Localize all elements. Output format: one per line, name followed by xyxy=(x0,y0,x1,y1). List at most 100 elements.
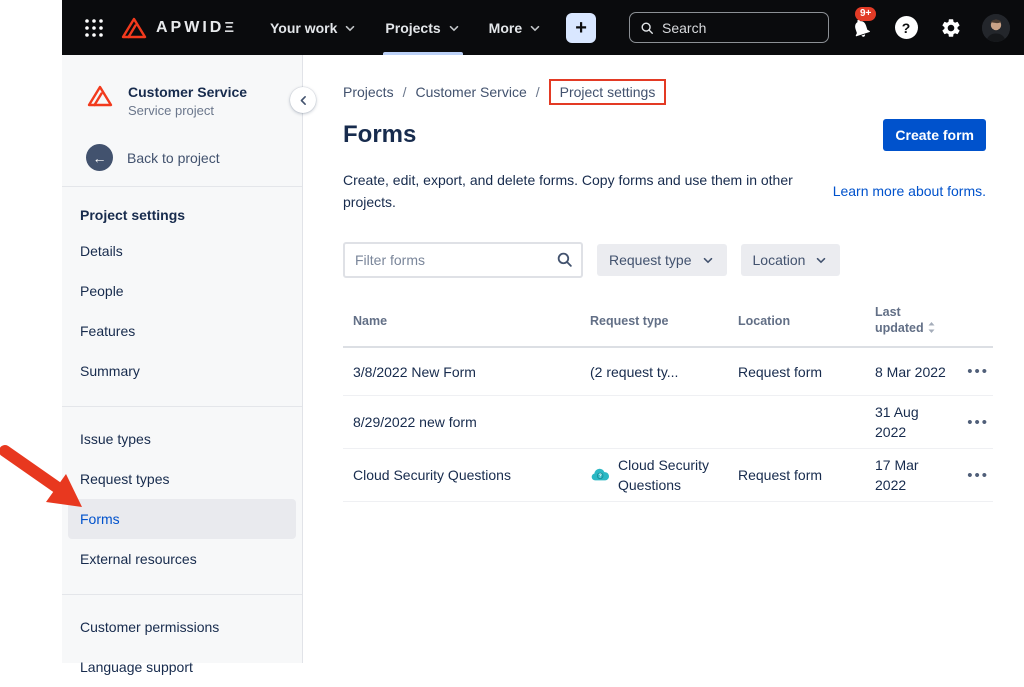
project-logo-icon xyxy=(86,83,114,109)
form-last-updated: 8 Mar 2022 xyxy=(865,356,954,388)
help-button[interactable]: ? xyxy=(892,14,920,42)
column-header-actions xyxy=(954,311,993,329)
global-search-input[interactable] xyxy=(662,20,818,36)
question-mark-icon: ? xyxy=(895,16,918,39)
table-row: Cloud Security Questions ? Cloud Securit… xyxy=(343,449,993,502)
table-row: 3/8/2022 New Form (2 request ty... Reque… xyxy=(343,348,993,396)
sidebar-item-forms[interactable]: Forms xyxy=(68,499,296,539)
form-name[interactable]: Cloud Security Questions xyxy=(343,459,580,491)
chevron-down-icon xyxy=(814,253,828,267)
brand-suffix: Ξ xyxy=(224,19,234,36)
notifications-button[interactable]: 9+ xyxy=(847,14,875,42)
form-location: Request form xyxy=(728,459,865,491)
global-search[interactable] xyxy=(629,12,829,43)
cloud-question-icon: ? xyxy=(590,465,610,485)
apwide-triangle-icon xyxy=(120,16,148,40)
form-last-updated: 17 Mar 2022 xyxy=(865,449,954,501)
nav-more[interactable]: More xyxy=(479,0,552,55)
row-more-menu-button[interactable]: ••• xyxy=(963,359,993,384)
filter-forms-field xyxy=(343,242,583,278)
grid-icon xyxy=(84,18,104,38)
chevron-left-icon xyxy=(297,94,310,107)
learn-more-link[interactable]: Learn more about forms. xyxy=(833,183,986,199)
location-dropdown[interactable]: Location xyxy=(741,244,841,276)
app-switcher-icon[interactable] xyxy=(78,12,110,44)
chevron-down-icon xyxy=(343,21,357,35)
gear-icon xyxy=(940,17,962,39)
row-more-menu-button[interactable]: ••• xyxy=(963,410,993,435)
form-last-updated: 31 Aug 2022 xyxy=(865,396,954,448)
form-location: Request form xyxy=(728,356,865,388)
sidebar-divider xyxy=(62,594,302,595)
top-navigation-bar: APWIDΞ Your work Projects More + 9+ xyxy=(62,0,1024,55)
sidebar-item-external-resources[interactable]: External resources xyxy=(68,539,296,579)
form-request-type: (2 request ty... xyxy=(580,356,728,388)
project-settings-sidebar: Customer Service Service project ← Back … xyxy=(62,55,303,663)
sidebar-item-details[interactable]: Details xyxy=(68,231,296,271)
sidebar-section-heading: Project settings xyxy=(62,199,302,231)
forms-table: Name Request type Location Last updated … xyxy=(343,294,993,502)
breadcrumb-projects[interactable]: Projects xyxy=(343,84,394,100)
breadcrumb: Projects / Customer Service / Project se… xyxy=(343,77,986,107)
project-title-block: Customer Service Service project xyxy=(128,83,247,118)
location-dropdown-label: Location xyxy=(753,252,806,268)
search-icon xyxy=(556,251,573,268)
search-icon xyxy=(640,20,654,36)
form-request-type xyxy=(580,416,728,428)
row-more-menu-button[interactable]: ••• xyxy=(963,463,993,488)
sidebar-collapse-button[interactable] xyxy=(290,87,316,113)
sort-icon[interactable] xyxy=(927,321,936,338)
column-header-location: Location xyxy=(728,303,865,337)
sidebar-item-customer-permissions[interactable]: Customer permissions xyxy=(68,607,296,647)
apwide-logo[interactable]: APWIDΞ xyxy=(120,16,234,40)
sidebar-item-summary[interactable]: Summary xyxy=(68,351,296,391)
user-avatar[interactable] xyxy=(982,14,1010,42)
brand-name: APWID xyxy=(156,19,224,37)
table-header-row: Name Request type Location Last updated xyxy=(343,294,993,348)
create-form-button[interactable]: Create form xyxy=(883,119,986,151)
project-subtitle: Service project xyxy=(128,103,247,118)
main-content: Projects / Customer Service / Project se… xyxy=(303,55,1024,663)
arrow-left-icon: ← xyxy=(86,144,113,171)
form-request-type-label: Cloud Security Questions xyxy=(618,455,720,495)
table-row: 8/29/2022 new form 31 Aug 2022 ••• xyxy=(343,396,993,449)
page-title: Forms xyxy=(343,121,416,149)
sidebar-item-people[interactable]: People xyxy=(68,271,296,311)
sidebar-divider xyxy=(62,406,302,407)
nav-more-label: More xyxy=(489,20,522,36)
sidebar-item-request-types[interactable]: Request types xyxy=(68,459,296,499)
page-description: Create, edit, export, and delete forms. … xyxy=(343,169,813,213)
sidebar-item-issue-types[interactable]: Issue types xyxy=(68,419,296,459)
create-button[interactable]: + xyxy=(566,13,596,43)
nav-projects[interactable]: Projects xyxy=(375,0,470,55)
sidebar-item-language-support[interactable]: Language support xyxy=(68,647,296,687)
project-header: Customer Service Service project xyxy=(62,83,302,118)
column-header-request-type: Request type xyxy=(580,303,728,337)
chevron-down-icon xyxy=(528,21,542,35)
sidebar-divider xyxy=(62,186,302,187)
settings-button[interactable] xyxy=(937,14,965,42)
filter-forms-input[interactable] xyxy=(343,242,583,278)
breadcrumb-customer-service[interactable]: Customer Service xyxy=(415,84,526,100)
request-type-dropdown-label: Request type xyxy=(609,252,692,268)
back-to-project-label: Back to project xyxy=(127,150,220,166)
chevron-down-icon xyxy=(701,253,715,267)
form-name[interactable]: 8/29/2022 new form xyxy=(343,406,580,438)
request-type-dropdown[interactable]: Request type xyxy=(597,244,727,276)
nav-your-work-label: Your work xyxy=(270,20,337,36)
avatar-photo xyxy=(982,14,1010,42)
page-title-row: Forms Create form xyxy=(343,119,986,151)
form-name[interactable]: 3/8/2022 New Form xyxy=(343,356,580,388)
breadcrumb-separator: / xyxy=(536,84,540,100)
back-to-project[interactable]: ← Back to project xyxy=(62,144,302,171)
primary-nav: Your work Projects More xyxy=(260,0,552,55)
notification-badge: 9+ xyxy=(855,7,876,21)
form-location xyxy=(728,416,865,428)
breadcrumb-project-settings[interactable]: Project settings xyxy=(549,79,667,105)
nav-your-work[interactable]: Your work xyxy=(260,0,367,55)
project-name: Customer Service xyxy=(128,83,247,101)
description-row: Create, edit, export, and delete forms. … xyxy=(343,169,986,213)
sidebar-item-features[interactable]: Features xyxy=(68,311,296,351)
column-header-last-updated[interactable]: Last updated xyxy=(865,294,954,346)
column-header-name: Name xyxy=(343,303,580,337)
